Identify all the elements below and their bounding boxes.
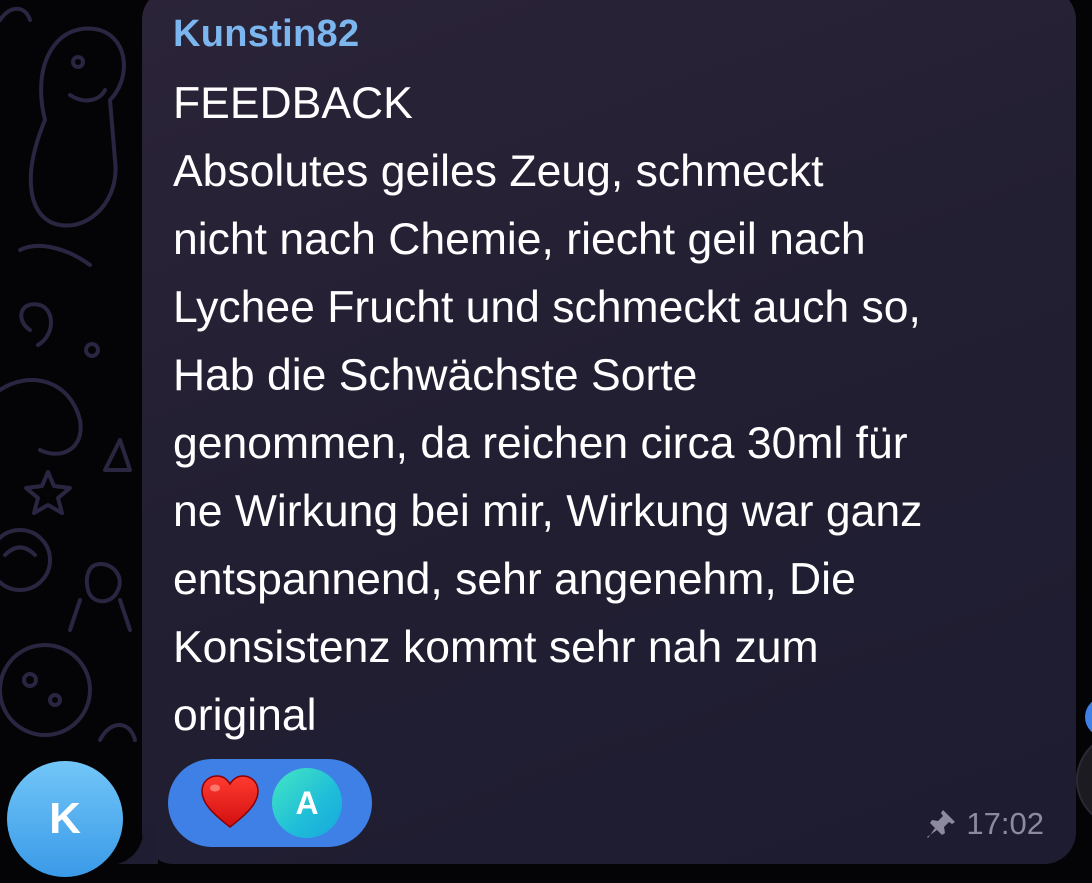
- message-text: FEEDBACK Absolutes geiles Zeug, schmeckt…: [173, 70, 1053, 750]
- message-line: entspannend, sehr angenehm, Die: [173, 555, 856, 604]
- message-time: 17:02: [966, 806, 1044, 841]
- message-line: Absolutes geiles Zeug, schmeckt: [173, 147, 824, 196]
- message-line: ne Wirkung bei mir, Wirkung war ganz: [173, 487, 923, 536]
- message-line: FEEDBACK: [173, 79, 413, 128]
- pin-icon: [927, 810, 956, 838]
- message-line: Lychee Frucht und schmeckt auch so,: [173, 283, 921, 332]
- sender-avatar[interactable]: K: [7, 761, 123, 877]
- message-line: original: [173, 691, 317, 740]
- message-line: nicht nach Chemie, riecht geil nach: [173, 215, 866, 264]
- message-line: genommen, da reichen circa 30ml für: [173, 419, 908, 468]
- reaction-pill[interactable]: A: [168, 759, 372, 847]
- message-line: Konsistenz kommt sehr nah zum: [173, 623, 819, 672]
- bubble-tail: [118, 824, 158, 864]
- message-line: Hab die Schwächste Sorte: [173, 351, 698, 400]
- message-meta: 17:02: [924, 806, 1044, 842]
- red-heart-icon: [201, 775, 259, 828]
- sender-name[interactable]: Kunstin82: [173, 13, 359, 56]
- reactor-avatar: A: [272, 768, 342, 838]
- chat-screen: Kunstin82 FEEDBACK Absolutes geiles Zeug…: [0, 0, 1092, 883]
